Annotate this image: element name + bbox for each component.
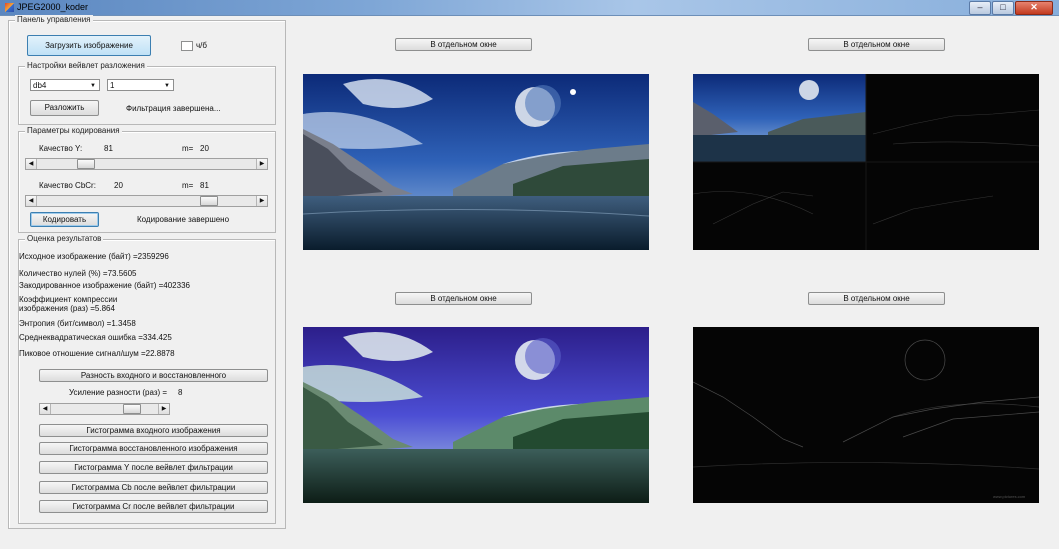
watermark-text: www.pictures.com [993,494,1026,499]
open-separate-window-button-2[interactable]: В отдельном окне [808,38,945,51]
encode-button[interactable]: Кодировать [30,212,99,227]
coding-status: Кодирование завершено [137,215,230,224]
m-y-label: m= [182,144,194,153]
slider-thumb[interactable] [200,196,219,206]
compression-label-2: изображения (раз) =5.864 [19,304,115,313]
slider-right-arrow-icon[interactable]: ▶ [256,159,267,169]
histogram-input-button[interactable]: Гистограмма входного изображения [39,424,268,437]
close-button[interactable]: ✕ [1015,1,1053,15]
original-size-text: Исходное изображение (байт) =2359296 [19,252,169,261]
gain-label: Усиление разности (раз) = [69,388,168,397]
chevron-down-icon: ▼ [90,83,96,89]
bw-checkbox-label: ч/б [196,41,207,50]
wavelet-settings-title: Настройки вейвлет разложения [25,61,147,70]
open-separate-window-button-1[interactable]: В отдельном окне [395,38,532,51]
quality-y-slider[interactable]: ◀ ▶ [25,158,268,170]
histogram-cr-button[interactable]: Гистограмма Cr после вейвлет фильтрации [39,500,268,513]
compression-label-1: Коэффициент компрессии [19,295,118,304]
matlab-app-icon [5,3,14,12]
wavelet-settings-panel: Настройки вейвлет разложения db4 ▼ 1 ▼ Р… [18,61,276,125]
quality-cbcr-slider[interactable]: ◀ ▶ [25,195,268,207]
maximize-button[interactable]: □ [992,1,1014,15]
encoded-size-text: Закодированное изображение (байт) =40233… [19,281,190,290]
title-bar: JPEG2000_koder – □ ✕ [0,0,1059,16]
window-title: JPEG2000_koder [17,2,89,12]
slider-thumb[interactable] [76,159,95,169]
quality-y-label: Качество Y: [39,144,83,153]
entropy-text: Энтропия (бит/символ) =1.3458 [19,319,136,328]
slider-left-arrow-icon[interactable]: ◀ [40,404,51,414]
slider-left-arrow-icon[interactable]: ◀ [26,196,37,206]
open-separate-window-button-3[interactable]: В отдельном окне [395,292,532,305]
slider-thumb[interactable] [122,404,141,414]
wavelet-decomposition-view [693,74,1039,250]
quality-cbcr-value: 20 [114,181,123,190]
bw-checkbox[interactable] [181,41,193,51]
open-separate-window-button-4[interactable]: В отдельном окне [808,292,945,305]
histogram-restored-button[interactable]: Гистограмма восстановленного изображения [39,442,268,455]
original-image-view [303,74,649,250]
results-panel: Оценка результатов Исходное изображение … [18,234,276,524]
decompose-button[interactable]: Разложить [30,100,99,116]
restored-image-view [303,327,649,503]
control-panel: Панель управления Загрузить изображение … [8,15,286,529]
quality-y-value: 81 [104,144,113,153]
quality-cbcr-label: Качество CbCr: [39,181,96,190]
histogram-y-button[interactable]: Гистограмма Y после вейвлет фильтрации [39,461,268,474]
difference-image-view: www.pictures.com [693,327,1039,503]
gain-slider[interactable]: ◀ ▶ [39,403,170,415]
level-select[interactable]: 1 ▼ [107,79,174,91]
slider-left-arrow-icon[interactable]: ◀ [26,159,37,169]
m-cbcr-label: m= [182,181,194,190]
load-image-button[interactable]: Загрузить изображение [27,35,151,56]
mse-text: Среднеквадратическая ошибка =334.425 [19,333,172,342]
coding-params-title: Параметры кодирования [25,126,122,135]
gain-value: 8 [178,388,183,397]
wavelet-status: Фильтрация завершена... [126,104,221,113]
histogram-cb-button[interactable]: Гистограмма Cb после вейвлет фильтрации [39,481,268,494]
slider-right-arrow-icon[interactable]: ▶ [256,196,267,206]
difference-button[interactable]: Разность входного и восстановленного [39,369,268,382]
zeros-percent-text: Количество нулей (%) =73.5605 [19,269,137,278]
m-cbcr-value: 81 [200,181,209,190]
control-panel-title: Панель управления [15,15,93,24]
m-y-value: 20 [200,144,209,153]
wavelet-type-value: db4 [33,81,47,90]
chevron-down-icon: ▼ [164,83,170,89]
wavelet-type-select[interactable]: db4 ▼ [30,79,100,91]
window-controls: – □ ✕ [968,1,1053,15]
results-title: Оценка результатов [25,234,104,243]
slider-right-arrow-icon[interactable]: ▶ [158,404,169,414]
psnr-text: Пиковое отношение сигнал/шум =22.8878 [19,349,175,358]
level-value: 1 [110,81,115,90]
coding-params-panel: Параметры кодирования Качество Y: 81 m= … [18,126,276,233]
minimize-button[interactable]: – [969,1,991,15]
